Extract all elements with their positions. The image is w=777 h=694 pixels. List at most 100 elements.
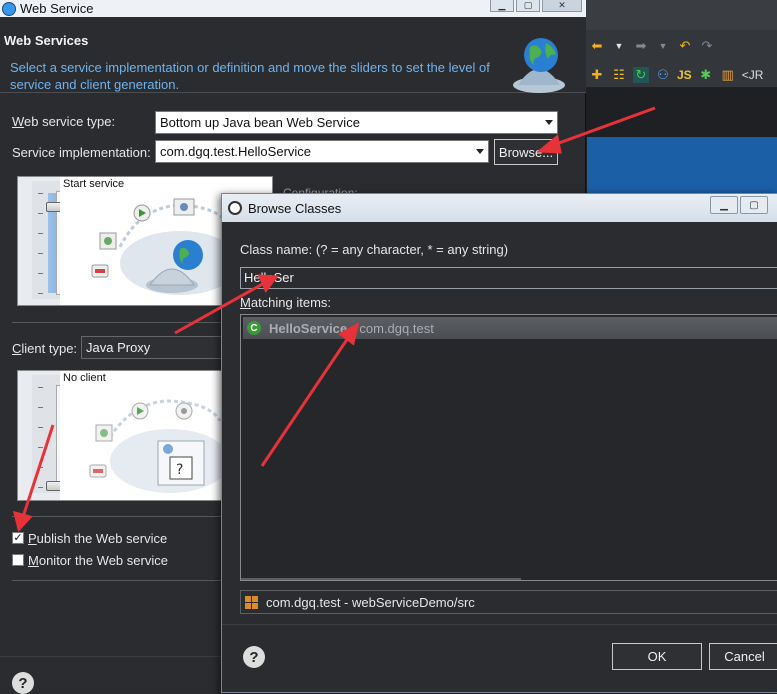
slider-tick xyxy=(38,193,43,194)
selected-package-status: com.dgq.test - webServiceDemo/src xyxy=(240,590,777,614)
forward-arrow-icon[interactable]: ➡ xyxy=(633,38,649,54)
help-icon[interactable]: ? xyxy=(243,646,265,668)
monitor-checkbox[interactable] xyxy=(12,554,24,566)
monitor-label-mnemonic: M xyxy=(28,553,39,568)
chevron-down-icon[interactable]: ▼ xyxy=(611,38,627,54)
bc-window-buttons: ▁ ▢ xyxy=(710,196,768,214)
matching-items-label: Matching items: xyxy=(240,295,331,310)
status-text: com.dgq.test - webServiceDemo/src xyxy=(266,594,475,610)
footer-divider xyxy=(222,624,777,625)
bc-window-title: Browse Classes xyxy=(248,200,342,216)
close-button[interactable]: ✕ xyxy=(542,0,582,12)
eclipse-icon xyxy=(228,201,242,215)
list-item-package: com.dgq.test xyxy=(359,320,434,336)
slider-tick xyxy=(38,427,43,428)
slider-tick xyxy=(38,273,43,274)
service-type-label: Web service type: xyxy=(12,114,115,129)
slider-tick xyxy=(38,233,43,234)
slider-tick xyxy=(38,387,43,388)
page-title: Web Services xyxy=(4,33,89,48)
section-divider xyxy=(12,516,222,517)
service-type-label-mnemonic: W xyxy=(12,114,25,129)
ide-title-area xyxy=(585,0,777,30)
slider-tick xyxy=(38,447,43,448)
undo-icon[interactable]: ↶ xyxy=(677,38,693,54)
class-name-input[interactable]: HelloSer xyxy=(240,267,777,289)
service-impl-value: com.dgq.test.HelloService xyxy=(160,144,312,159)
svg-text:?: ? xyxy=(176,462,183,478)
ws-window-buttons: ▁ ▢ ✕ xyxy=(490,0,582,12)
class-name-label: Class name: (? = any character, * = any … xyxy=(240,242,509,257)
chevron-down-icon xyxy=(476,149,484,154)
client-diagram-icon: ? xyxy=(89,399,226,493)
ws-header: Web Services Select a service implementa… xyxy=(0,17,586,93)
minimize-button[interactable]: ▁ xyxy=(710,196,738,214)
slider-tick xyxy=(38,253,43,254)
service-slider-ticks xyxy=(38,193,43,294)
package-icon xyxy=(245,595,258,609)
browse-button[interactable]: Browse... xyxy=(494,139,558,165)
ide-toolbar-nav: ⬅ ▼ ➡ ▼ ↶ ↷ xyxy=(585,30,777,62)
client-level-illustration: No client ? xyxy=(60,371,226,500)
client-type-label-text: lient type: xyxy=(21,341,78,356)
list-item-separator: - xyxy=(351,320,356,336)
client-slider-ticks xyxy=(38,387,43,488)
js-icon[interactable]: JS xyxy=(677,67,692,83)
bug-icon[interactable]: ✱ xyxy=(698,67,714,83)
service-type-label-text: eb service type: xyxy=(24,114,116,129)
help-icon[interactable]: ? xyxy=(12,672,34,694)
section-divider xyxy=(12,580,222,581)
chevron-down-icon xyxy=(545,120,553,125)
java-class-icon: C xyxy=(247,321,261,335)
refresh-icon[interactable]: ↻ xyxy=(633,66,649,83)
slider-tick xyxy=(38,293,43,294)
ide-selected-region xyxy=(587,137,777,194)
redo-icon[interactable]: ↷ xyxy=(699,38,715,54)
maximize-button[interactable]: ▢ xyxy=(740,196,768,214)
slider-tick xyxy=(38,213,43,214)
slider-tick xyxy=(38,407,43,408)
service-impl-label: Service implementation: xyxy=(12,145,151,160)
monitor-label: Monitor the Web service xyxy=(28,553,168,568)
horizontal-scrollbar[interactable] xyxy=(241,578,521,580)
ws-titlebar: Web Service ▁ ▢ ✕ xyxy=(0,0,586,17)
add-icon[interactable]: ✚ xyxy=(589,67,605,83)
slider-tick xyxy=(38,487,43,488)
ide-toolbar-perspectives: ✚ ☷ ↻ ⚇ JS ✱ ▥ <JR xyxy=(585,62,777,88)
matching-label-mnemonic: M xyxy=(240,295,251,310)
publish-checkbox[interactable]: ✓ xyxy=(12,532,24,544)
client-type-select[interactable]: Java Proxy xyxy=(81,336,226,359)
chevron-down-icon[interactable]: ▼ xyxy=(655,38,671,54)
list-item-name: HelloService xyxy=(269,320,348,336)
client-level-panel: No client ? xyxy=(17,370,227,501)
slider-tick xyxy=(38,467,43,468)
service-type-value: Bottom up Java bean Web Service xyxy=(160,115,360,130)
client-type-label: Client type: xyxy=(12,341,77,356)
toolbar-overflow-label: <JR xyxy=(741,67,764,82)
list-item[interactable]: C HelloService - com.dgq.test xyxy=(243,317,777,339)
monitor-label-text: onitor the Web service xyxy=(38,553,168,568)
back-arrow-icon[interactable]: ⬅ xyxy=(589,38,605,54)
publish-label-mnemonic: P xyxy=(28,531,37,546)
python-icon[interactable]: ⚇ xyxy=(655,67,671,83)
book-icon[interactable]: ▥ xyxy=(720,67,736,83)
browse-classes-dialog: Browse Classes ▁ ▢ Class name: (? = any … xyxy=(221,193,777,693)
publish-label: Publish the Web service xyxy=(28,531,167,546)
page-description: Select a service implementation or defin… xyxy=(10,60,490,92)
matching-items-list[interactable]: C HelloService - com.dgq.test xyxy=(240,314,777,581)
minimize-button[interactable]: ▁ xyxy=(490,0,514,12)
bc-titlebar: Browse Classes ▁ ▢ xyxy=(222,194,777,222)
client-type-label-mnemonic: C xyxy=(12,341,22,356)
ws-window-title: Web Service xyxy=(20,1,94,16)
web-service-globe-icon xyxy=(513,38,565,93)
cancel-button[interactable]: Cancel xyxy=(709,643,777,670)
client-type-value: Java Proxy xyxy=(86,340,151,355)
hierarchy-icon[interactable]: ☷ xyxy=(611,67,627,83)
maximize-button[interactable]: ▢ xyxy=(516,0,540,12)
eclipse-icon xyxy=(2,1,16,16)
service-type-select[interactable]: Bottom up Java bean Web Service xyxy=(155,111,558,134)
publish-label-text: ublish the Web service xyxy=(36,531,168,546)
service-impl-combo[interactable]: com.dgq.test.HelloService xyxy=(155,140,489,163)
ok-button[interactable]: OK xyxy=(612,643,702,670)
matching-label-text: atching items: xyxy=(250,295,332,310)
